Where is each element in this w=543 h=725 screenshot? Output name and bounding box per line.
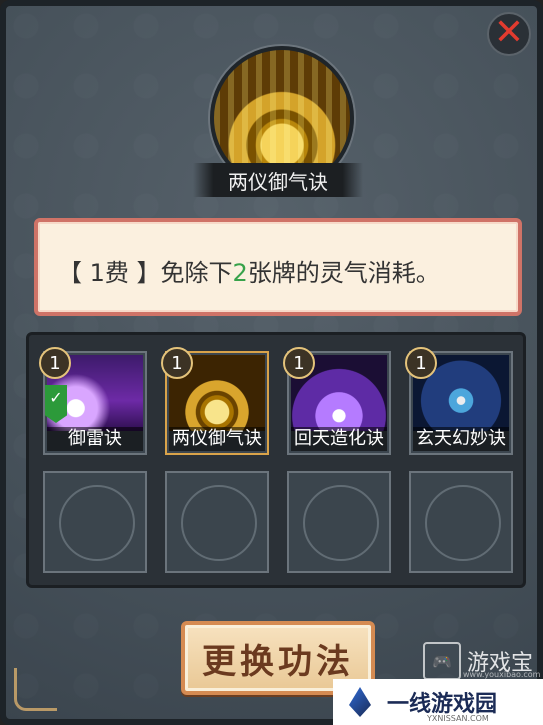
- gamepad-icon: 🎮: [422, 642, 461, 680]
- empty-skill-slot[interactable]: [165, 471, 269, 573]
- corner-ornament: [14, 668, 57, 711]
- close-button[interactable]: ✕: [487, 12, 531, 56]
- close-icon: ✕: [493, 12, 525, 53]
- cost-badge: 1: [161, 347, 193, 379]
- skill-slot[interactable]: 御雷诀 1 ✓: [39, 347, 147, 455]
- empty-skill-slot[interactable]: [43, 471, 147, 573]
- site-logo-icon: [343, 685, 377, 719]
- watermark-yixian: 一线游戏园 YXNISSAN.COM: [333, 679, 543, 725]
- skill-slot[interactable]: 玄天幻妙诀 1: [405, 347, 513, 455]
- cost-badge: 1: [405, 347, 437, 379]
- skill-label: 两仪御气诀: [169, 427, 265, 451]
- selected-check-icon: ✓: [45, 385, 67, 423]
- empty-slot-ring-icon: [59, 485, 135, 561]
- skill-slot[interactable]: 两仪御气诀 1: [161, 347, 269, 455]
- empty-skill-slot[interactable]: [287, 471, 391, 573]
- empty-slot-ring-icon: [181, 485, 257, 561]
- empty-slot-ring-icon: [425, 485, 501, 561]
- selected-skill-name: 两仪御气诀: [193, 163, 363, 197]
- skill-grid: 御雷诀 1 ✓ 两仪御气诀 1 回天造化诀 1 玄天幻妙诀 1: [26, 332, 526, 588]
- skill-label: 玄天幻妙诀: [413, 427, 509, 451]
- skill-label: 回天造化诀: [291, 427, 387, 451]
- skill-dialog: ✕ 两仪御气诀 【 1费 】免除下2张牌的灵气消耗。 御雷诀 1 ✓ 两仪御气诀…: [0, 0, 543, 725]
- skill-description-box: 【 1费 】免除下2张牌的灵气消耗。: [34, 218, 522, 316]
- description-number: 2: [232, 259, 248, 287]
- cost-badge: 1: [39, 347, 71, 379]
- description-prefix: 【 1费 】免除下: [58, 259, 233, 287]
- watermark-url: YXNISSAN.COM: [427, 714, 489, 723]
- skill-description: 【 1费 】免除下2张牌的灵气消耗。: [58, 253, 440, 288]
- skill-label: 御雷诀: [47, 427, 143, 451]
- description-suffix: 张牌的灵气消耗。: [247, 259, 440, 287]
- cost-badge: 1: [283, 347, 315, 379]
- empty-slot-ring-icon: [303, 485, 379, 561]
- watermark-url: www.youxibao.com: [462, 670, 541, 679]
- watermark-youxibao: 🎮 游戏宝 www.youxibao.com: [422, 642, 540, 680]
- skill-slot[interactable]: 回天造化诀 1: [283, 347, 391, 455]
- empty-skill-slot[interactable]: [409, 471, 513, 573]
